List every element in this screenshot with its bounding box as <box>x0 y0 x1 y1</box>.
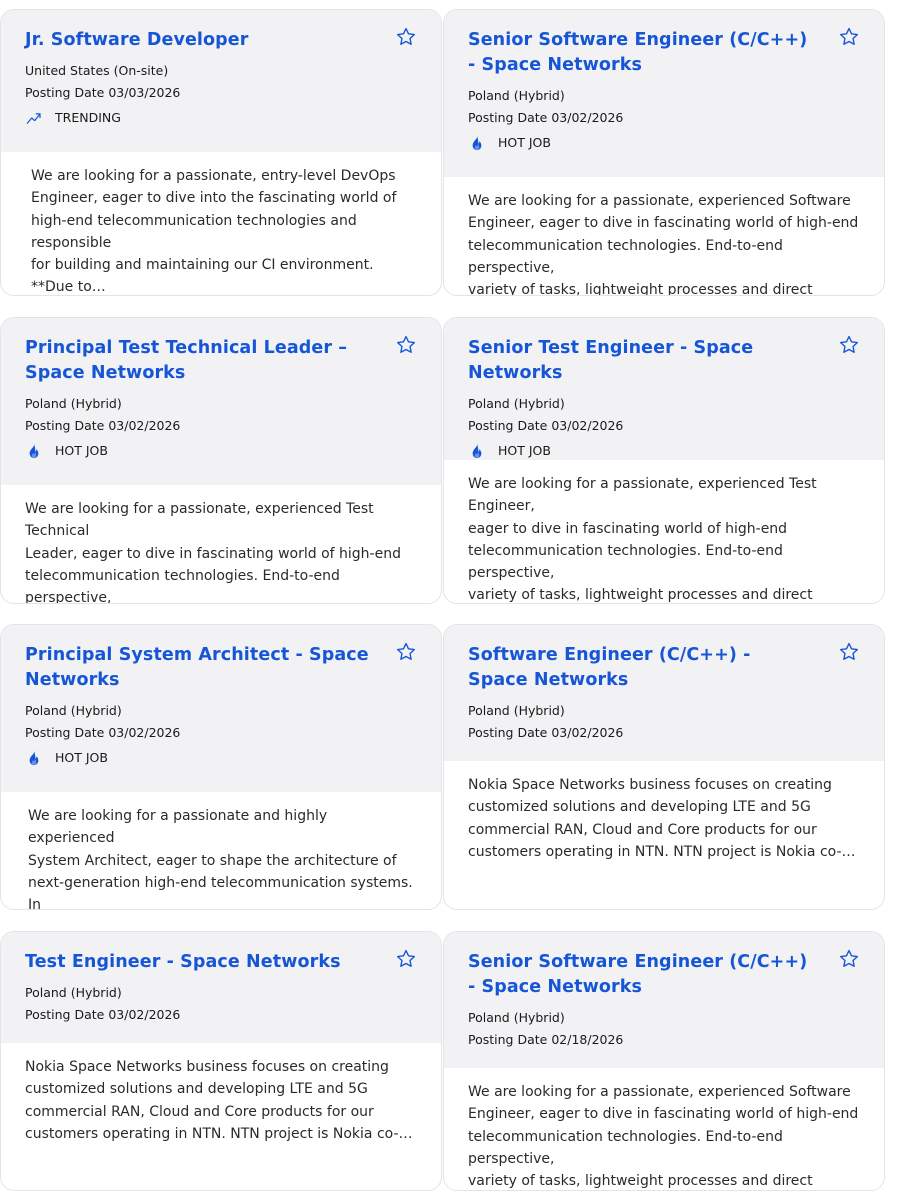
save-job-star-icon[interactable] <box>395 26 417 48</box>
save-job-star-icon[interactable] <box>838 948 860 970</box>
job-description: We are looking for a passionate, experie… <box>468 476 817 604</box>
flame-icon <box>468 442 486 460</box>
job-location: United States (On-site) <box>25 63 169 78</box>
trending-up-icon <box>25 109 43 127</box>
job-title-link[interactable]: Principal Test Technical Leader – Space … <box>25 336 417 386</box>
job-badge-hot: HOT JOB <box>468 440 860 462</box>
job-title-link[interactable]: Test Engineer - Space Networks <box>25 950 417 975</box>
job-results-grid: Jr. Software Developer United States (On… <box>0 0 904 1200</box>
flame-icon <box>25 442 43 460</box>
job-card[interactable]: Principal Test Technical Leader – Space … <box>0 317 442 604</box>
job-badge-trending: TRENDING <box>25 107 417 129</box>
job-location: Poland (Hybrid) <box>468 396 565 411</box>
flame-icon <box>25 749 43 767</box>
job-description: We are looking for a passionate, experie… <box>468 1084 859 1190</box>
job-card-header: Principal System Architect - Space Netwo… <box>1 625 441 792</box>
job-description: Nokia Space Networks business focuses on… <box>25 1059 413 1142</box>
save-job-star-icon[interactable] <box>395 641 417 663</box>
job-location: Poland (Hybrid) <box>468 1010 565 1025</box>
job-card[interactable]: Software Engineer (C/C++) - Space Networ… <box>443 624 885 910</box>
job-card[interactable]: Principal System Architect - Space Netwo… <box>0 624 442 910</box>
job-card[interactable]: Senior Test Engineer - Space Networks Po… <box>443 317 885 604</box>
job-posting-date: Posting Date 03/02/2026 <box>25 1007 181 1022</box>
save-job-star-icon[interactable] <box>395 948 417 970</box>
job-card[interactable]: Senior Software Engineer (C/C++) - Space… <box>443 9 885 296</box>
job-posting-date: Posting Date 03/02/2026 <box>25 725 181 740</box>
job-card-header: Senior Software Engineer (C/C++) - Space… <box>444 10 884 177</box>
save-job-star-icon[interactable] <box>838 641 860 663</box>
job-card-header: Test Engineer - Space Networks Poland (H… <box>1 932 441 1043</box>
job-title-link[interactable]: Senior Test Engineer - Space Networks <box>468 336 860 386</box>
save-job-star-icon[interactable] <box>395 334 417 356</box>
job-description: We are looking for a passionate, entry-l… <box>31 168 397 296</box>
job-title-link[interactable]: Software Engineer (C/C++) - Space Networ… <box>468 643 860 693</box>
job-card[interactable]: Jr. Software Developer United States (On… <box>0 9 442 296</box>
job-card[interactable]: Senior Software Engineer (C/C++) - Space… <box>443 931 885 1191</box>
job-posting-date: Posting Date 03/02/2026 <box>468 110 624 125</box>
job-location: Poland (Hybrid) <box>25 396 122 411</box>
job-posting-date: Posting Date 02/18/2026 <box>468 1032 624 1047</box>
job-card-header: Jr. Software Developer United States (On… <box>1 10 441 152</box>
job-card-header: Senior Software Engineer (C/C++) - Space… <box>444 932 884 1068</box>
save-job-star-icon[interactable] <box>838 26 860 48</box>
job-location: Poland (Hybrid) <box>25 985 122 1000</box>
save-job-star-icon[interactable] <box>838 334 860 356</box>
job-title-link[interactable]: Principal System Architect - Space Netwo… <box>25 643 417 693</box>
job-badge-hot: HOT JOB <box>25 440 417 462</box>
flame-icon <box>468 134 486 152</box>
job-description: We are looking for a passionate, experie… <box>468 193 859 296</box>
job-card-header: Software Engineer (C/C++) - Space Networ… <box>444 625 884 761</box>
job-posting-date: Posting Date 03/02/2026 <box>468 725 624 740</box>
job-badge-hot: HOT JOB <box>468 132 860 154</box>
job-title-link[interactable]: Senior Software Engineer (C/C++) - Space… <box>468 950 860 1000</box>
job-title-link[interactable]: Senior Software Engineer (C/C++) - Space… <box>468 28 860 78</box>
job-location: Poland (Hybrid) <box>468 703 565 718</box>
job-posting-date: Posting Date 03/03/2026 <box>25 85 181 100</box>
job-location: Poland (Hybrid) <box>25 703 122 718</box>
job-card-header: Principal Test Technical Leader – Space … <box>1 318 441 485</box>
job-description: We are looking for a passionate and high… <box>28 808 413 910</box>
job-location: Poland (Hybrid) <box>468 88 565 103</box>
job-posting-date: Posting Date 03/02/2026 <box>468 418 624 433</box>
job-description: Nokia Space Networks business focuses on… <box>468 777 856 860</box>
job-card[interactable]: Test Engineer - Space Networks Poland (H… <box>0 931 442 1191</box>
job-title-link[interactable]: Jr. Software Developer <box>25 28 417 53</box>
job-posting-date: Posting Date 03/02/2026 <box>25 418 181 433</box>
job-card-header: Senior Test Engineer - Space Networks Po… <box>444 318 884 460</box>
job-description: We are looking for a passionate, experie… <box>25 501 401 604</box>
job-badge-hot: HOT JOB <box>25 747 417 769</box>
